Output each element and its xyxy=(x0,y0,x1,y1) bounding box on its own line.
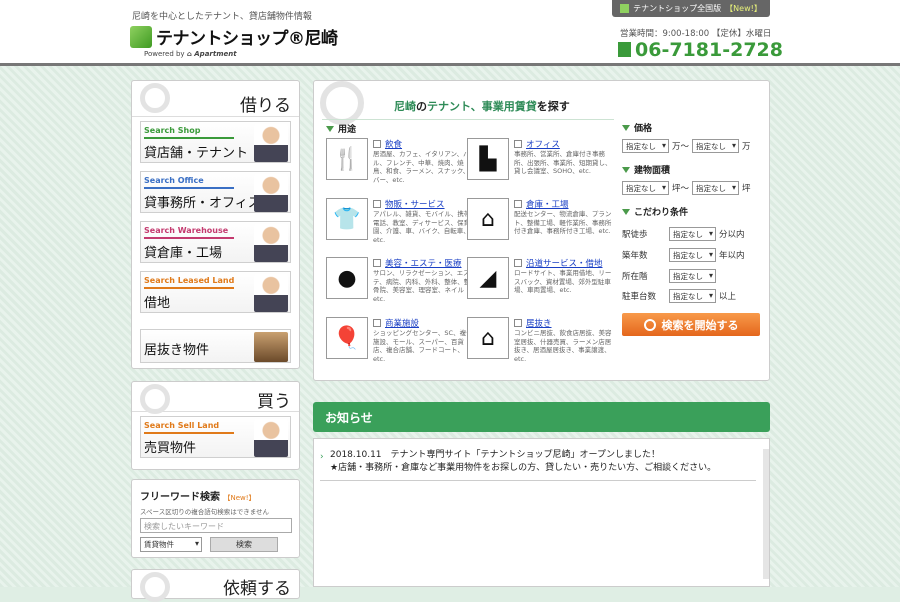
category-beauty[interactable]: ● 美容・エステ・医療 サロン、リラクゼーション、エステ、病院、内科、外科、整体、… xyxy=(326,257,470,309)
nav-land-button[interactable]: Search Leased Land 借地 xyxy=(140,271,291,313)
phone-number[interactable]: 06-7181-2728 xyxy=(618,39,783,61)
staff-photo-icon xyxy=(254,174,288,212)
area-min-select[interactable]: 指定なし xyxy=(622,181,669,195)
checkbox[interactable] xyxy=(514,200,522,208)
triangle-icon xyxy=(622,124,630,131)
shop-icon: ⌂ xyxy=(467,317,509,359)
category-commercial[interactable]: 🎈 商業施設 ショッピングセンター、SC、複合施設、モール、スーパー、百貨店、複合… xyxy=(326,317,473,369)
triangle-icon xyxy=(622,208,630,215)
phone-icon xyxy=(618,42,631,57)
nav-sell-button[interactable]: Search Sell Land 売買物件 xyxy=(140,416,291,458)
start-search-button[interactable]: 検索を開始する xyxy=(622,313,760,336)
buy-heading: 買う xyxy=(132,382,299,414)
news-heading: お知らせ xyxy=(313,402,770,432)
price-range: 指定なし万〜 指定なし万 xyxy=(622,139,751,153)
walk-row: 駅徒歩指定なし分以内 xyxy=(622,227,745,241)
news-panel: 2018.10.11 テナント専門サイト「テナントショップ尼崎」オープンしました… xyxy=(313,438,770,587)
search-panel: 尼崎のテナント、事業用賃貸を探す 用途 🍴 飲食 居酒屋、カフェ、イタリアン、バル… xyxy=(313,80,770,381)
divider xyxy=(322,119,614,120)
category-office[interactable]: ▙ オフィス 事務所、営業所、倉庫付き事務所、出張所、事業所、短期貸し、貸し会議室… xyxy=(467,138,612,190)
free-word-search-button[interactable]: 検索 xyxy=(210,537,278,552)
category-roadside[interactable]: ◢ 沿道サービス・借地 ロードサイト、事業用借地、リースバック、資材置場、郊外型駐… xyxy=(467,257,611,309)
roadside-icon: ◢ xyxy=(467,257,509,299)
magnifier-icon xyxy=(140,384,170,414)
staff-photo-icon xyxy=(254,124,288,162)
staff-photo-icon xyxy=(254,224,288,262)
category-warehouse[interactable]: ⌂ 倉庫・工場 配送センター、物流倉庫、プラント、整備工場、軽作業所、事務所付き倉… xyxy=(467,198,611,250)
request-panel: 依頼する xyxy=(131,569,300,602)
price-max-select[interactable]: 指定なし xyxy=(692,139,740,153)
checkbox[interactable] xyxy=(373,319,381,327)
staff-photo-icon xyxy=(254,419,288,457)
news-scrollbar[interactable] xyxy=(763,449,769,579)
nav-warehouse-button[interactable]: Search Warehouse 貸倉庫・工場 xyxy=(140,221,291,263)
search-icon xyxy=(643,318,656,331)
cube-icon xyxy=(620,4,630,13)
interior-photo-icon xyxy=(254,332,288,362)
person-icon: ● xyxy=(326,257,368,299)
price-min-select[interactable]: 指定なし xyxy=(622,139,669,153)
age-select[interactable]: 指定なし xyxy=(669,248,716,262)
desk-icon: ▙ xyxy=(467,138,509,180)
area-max-select[interactable]: 指定なし xyxy=(692,181,740,195)
floor-row: 所在階 指定なし xyxy=(622,269,716,283)
search-title: 尼崎のテナント、事業用賃貸を探す xyxy=(394,100,570,113)
options-heading: こだわり条件 xyxy=(622,205,688,218)
usage-heading: 用途 xyxy=(326,122,356,135)
area-range: 指定なし坪〜 指定なし坪 xyxy=(622,181,751,195)
category-inuki[interactable]: ⌂ 居抜き コンビニ居抜、飲食店居抜、美容室居抜、什器売買、ラーメン店居抜き、居酒… xyxy=(467,317,612,369)
all-stores-button[interactable]: テナントショップ全国版 【New!】 xyxy=(612,0,770,17)
checkbox[interactable] xyxy=(514,140,522,148)
checkbox[interactable] xyxy=(373,259,381,267)
property-type-select[interactable]: 賃貸物件 xyxy=(140,537,202,552)
buy-panel: 買う Search Sell Land 売買物件 xyxy=(131,381,300,470)
factory-icon: ⌂ xyxy=(467,198,509,240)
category-retail[interactable]: 👕 物販・サービス アパレル、雑貨、モバイル、携帯電話、教室、ディサービス、保育園… xyxy=(326,198,470,250)
balloons-icon: 🎈 xyxy=(326,317,368,359)
staff-photo-icon xyxy=(254,274,288,312)
area-heading: 建物面積 xyxy=(622,163,670,176)
parking-select[interactable]: 指定なし xyxy=(669,289,716,303)
tagline: 尼崎を中心としたテナント、貸店舗物件情報 xyxy=(132,12,312,22)
rent-heading: 借りる xyxy=(132,81,299,117)
checkbox[interactable] xyxy=(514,319,522,327)
free-word-title: フリーワード検索 【New!】 xyxy=(140,492,256,503)
rent-panel: 借りる Search Shop 貸店舗・テナント Search Office 貸… xyxy=(131,80,300,369)
business-hours: 営業時間：9:00-18:00 【定休】水曜日 xyxy=(620,29,772,39)
tshirt-icon: 👕 xyxy=(326,198,368,240)
powered-by: Powered by ⌂ Apartment xyxy=(144,50,237,58)
site-header: 尼崎を中心としたテナント、貸店舗物件情報 テナントショップ®尼崎 Powered… xyxy=(0,0,900,66)
free-word-note: スペース区切りの複合語句検索はできません xyxy=(140,508,270,516)
magnifier-icon xyxy=(140,83,170,113)
triangle-icon xyxy=(622,166,630,173)
nav-inuki-button[interactable]: 居抜き物件 xyxy=(140,329,291,363)
free-word-search: フリーワード検索 【New!】 スペース区切りの複合語句検索はできません 検索し… xyxy=(131,479,300,558)
checkbox[interactable] xyxy=(373,200,381,208)
checkbox[interactable] xyxy=(373,140,381,148)
floor-select[interactable]: 指定なし xyxy=(669,269,716,283)
site-logo[interactable]: テナントショップ®尼崎 xyxy=(130,24,338,49)
keyword-input[interactable]: 検索したいキーワード xyxy=(140,518,292,533)
parking-row: 駐車台数指定なし以上 xyxy=(622,289,736,303)
logo-text: テナントショップ®尼崎 xyxy=(156,29,338,49)
walk-select[interactable]: 指定なし xyxy=(669,227,716,241)
nav-office-button[interactable]: Search Office 貸事務所・オフィス xyxy=(140,171,291,213)
nav-shop-button[interactable]: Search Shop 貸店舗・テナント xyxy=(140,121,291,163)
fork-knife-icon: 🍴 xyxy=(326,138,368,180)
magnifier-icon xyxy=(140,572,170,602)
checkbox[interactable] xyxy=(514,259,522,267)
age-row: 築年数指定なし年以内 xyxy=(622,248,745,262)
news-item[interactable]: 2018.10.11 テナント専門サイト「テナントショップ尼崎」オープンしました… xyxy=(320,449,756,481)
triangle-icon xyxy=(326,125,334,132)
price-heading: 価格 xyxy=(622,121,652,134)
cube-logo-icon xyxy=(130,25,152,48)
category-food[interactable]: 🍴 飲食 居酒屋、カフェ、イタリアン、バル、フレンチ、中華、焼肉、焼鳥、和食、ラー… xyxy=(326,138,470,190)
